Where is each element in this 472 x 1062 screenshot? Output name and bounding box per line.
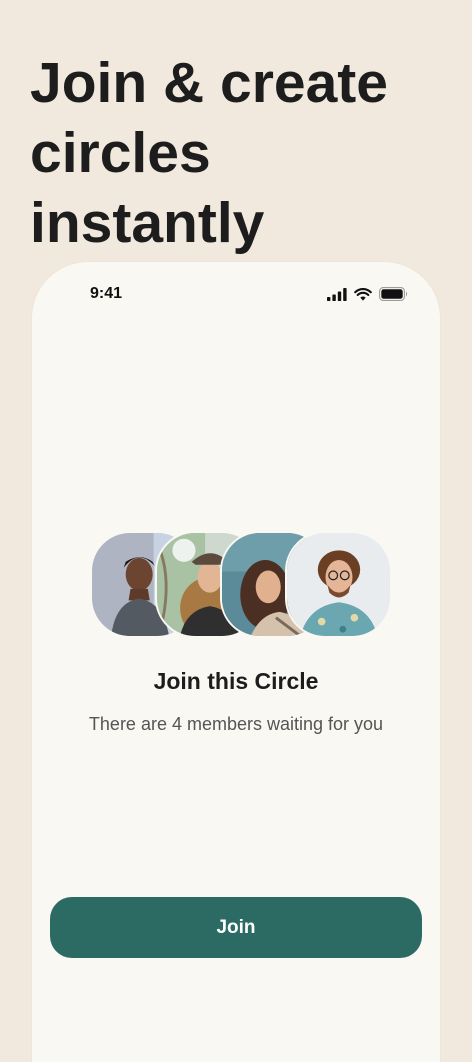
avatar [285, 531, 392, 638]
status-icons [327, 287, 408, 301]
status-time: 9:41 [90, 285, 123, 302]
headline-line-1: Join & create [30, 51, 388, 115]
circle-subtitle: There are 4 members waiting for you [88, 714, 384, 734]
wifi-icon [354, 287, 372, 301]
cellular-signal-icon [327, 287, 347, 301]
circle-title: Join this Circle [153, 668, 319, 694]
member-avatars [90, 531, 392, 638]
battery-icon [379, 287, 408, 301]
join-button[interactable]: Join [50, 897, 422, 958]
page-headline: Join & create circles instantly [30, 48, 450, 258]
phone-mockup: 9:41 Join this Circle There are 4 member… [32, 262, 440, 1062]
status-bar: 9:41 [32, 262, 440, 326]
headline-line-2: circles instantly [30, 121, 265, 255]
